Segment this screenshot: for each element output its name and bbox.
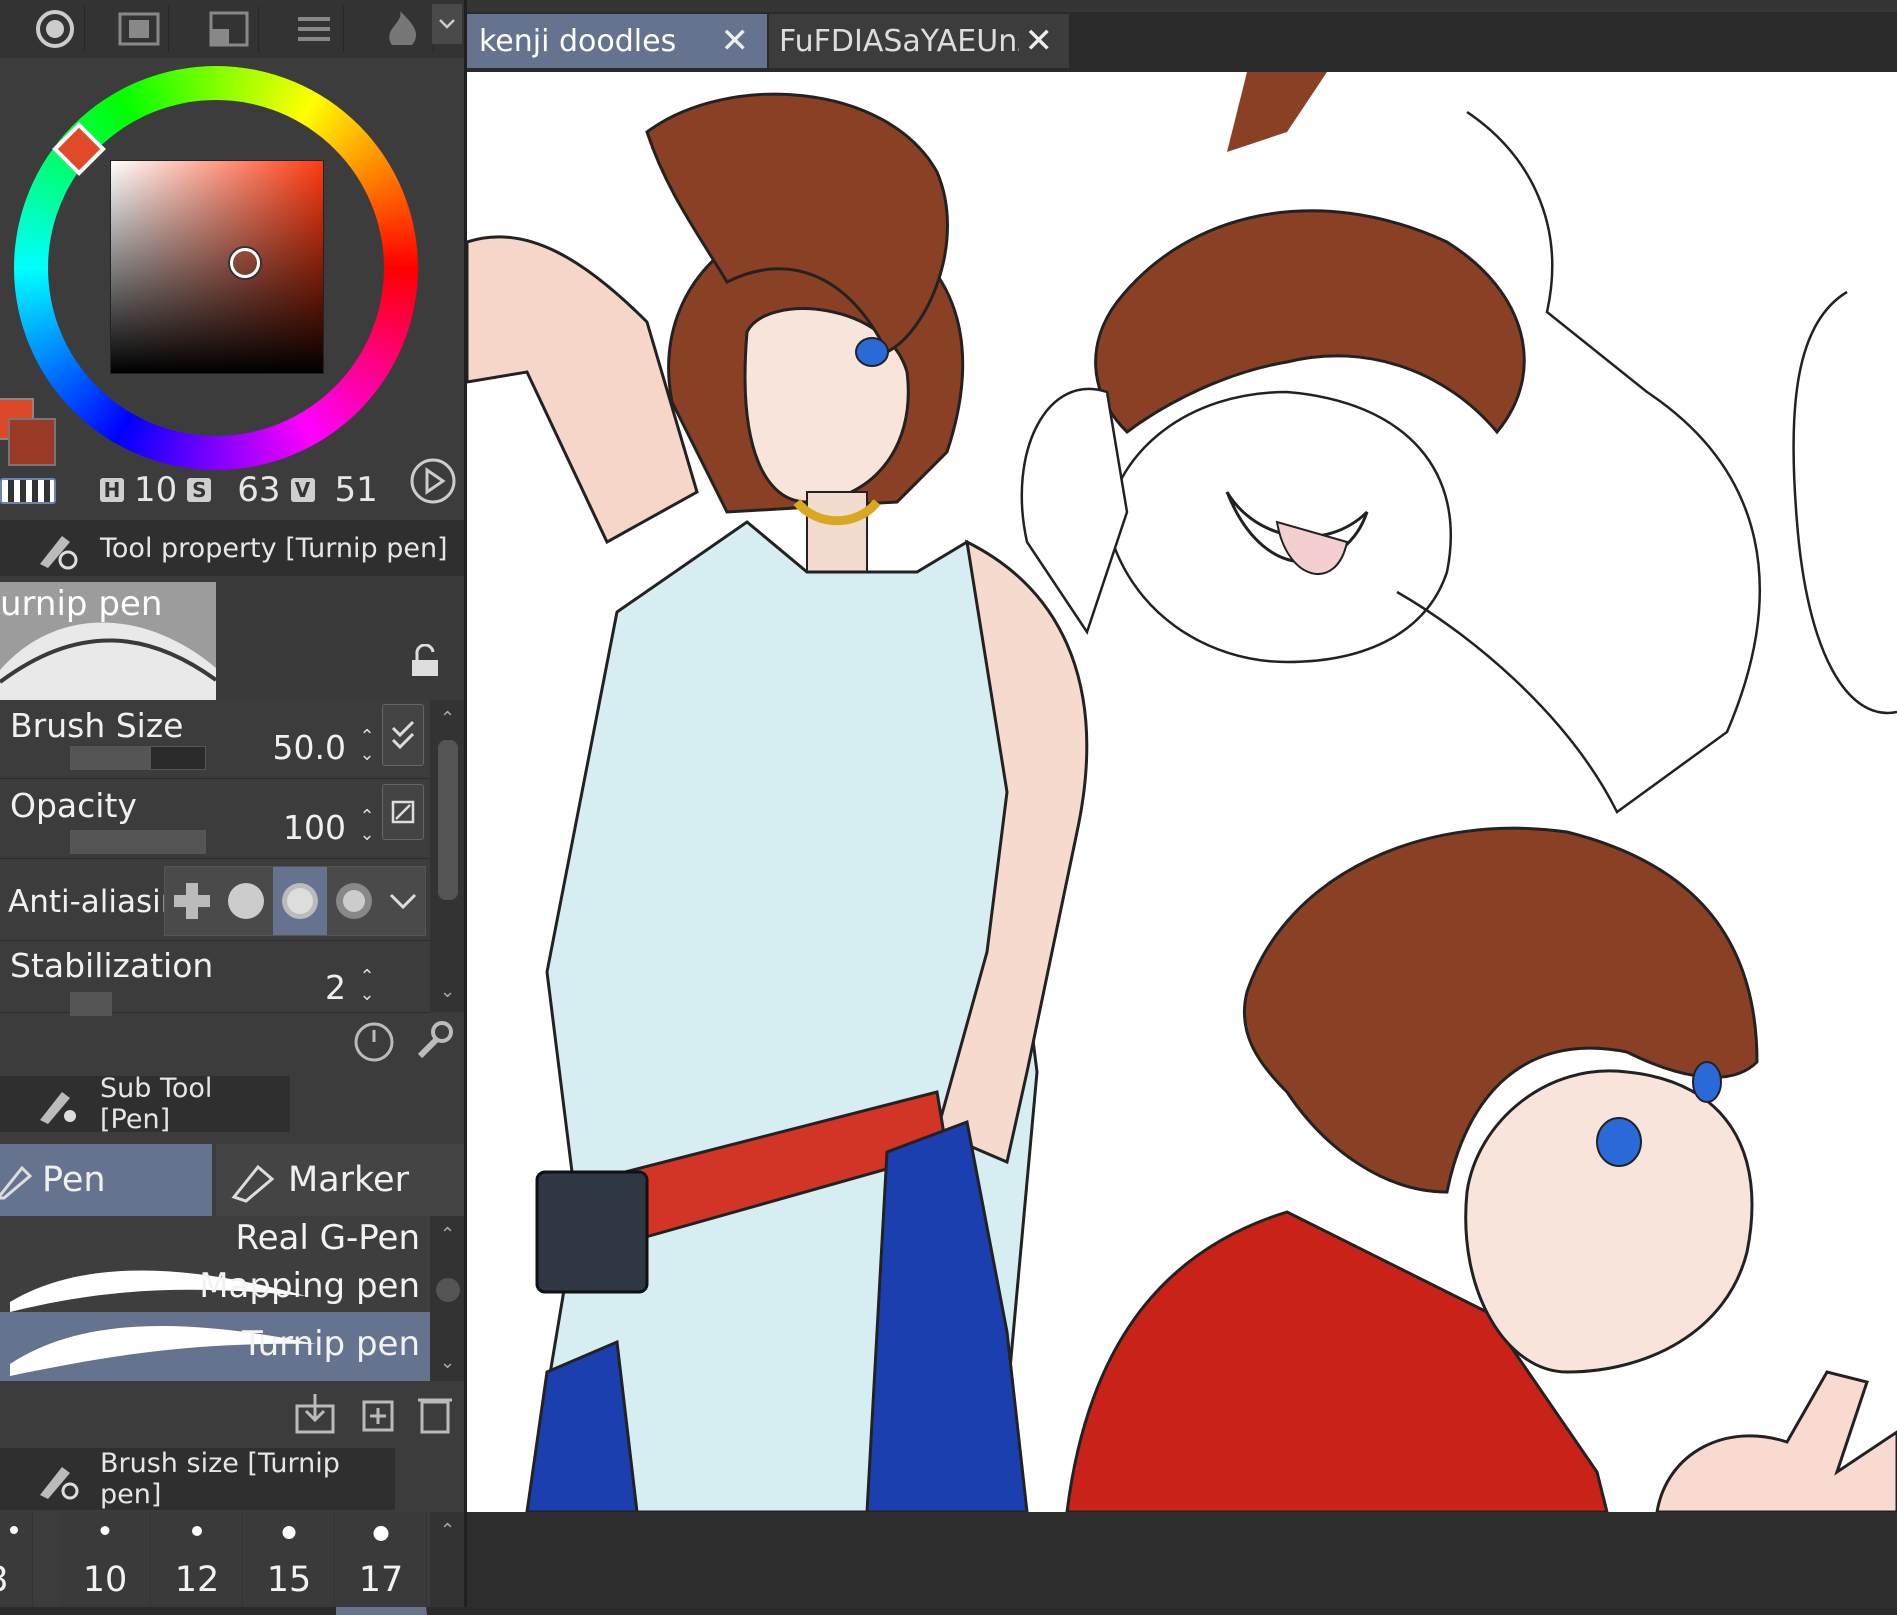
pen-gear-icon — [34, 526, 82, 570]
left-panel: H 10 S 63 V 51 Tool property [Turnip pen… — [0, 0, 467, 1615]
brush-size-value[interactable]: 50.0 — [273, 728, 346, 767]
hsv-readout: H 10 S 63 V 51 — [100, 470, 378, 510]
sub-tool-title: Sub Tool [Pen] — [100, 1073, 213, 1135]
aa-none-option-icon[interactable] — [165, 867, 219, 935]
size-label: 17 — [358, 1560, 404, 1600]
brush-preview-area: urnip pen — [0, 576, 467, 700]
opacity-value[interactable]: 100 — [283, 808, 346, 847]
brush-size-header: Brush size [Turnip pen] — [0, 1448, 395, 1510]
close-icon[interactable]: ✕ — [721, 21, 750, 61]
property-scrollbar[interactable]: ⌃ ⌄ — [430, 700, 466, 1012]
tab-marker[interactable]: Marker — [216, 1144, 466, 1216]
h-tag: H — [100, 478, 124, 502]
brush-size-spinner[interactable]: ⌃ ⌄ — [354, 728, 380, 768]
chevron-down-icon[interactable] — [381, 867, 425, 935]
timer-icon[interactable] — [352, 1018, 396, 1066]
stabilization-slider[interactable] — [70, 992, 112, 1016]
list-item-label: Real G-Pen — [235, 1218, 420, 1258]
aa-strong-option-icon[interactable] — [327, 867, 381, 935]
sub-tool-list: Real G-Pen Mapping pen Turnip pen — [0, 1216, 430, 1381]
chevron-down-icon[interactable] — [432, 4, 462, 44]
marker-icon — [231, 1164, 275, 1203]
size-cell-12[interactable]: 12 — [152, 1512, 243, 1607]
canvas-bottom-area — [467, 1512, 1897, 1607]
unlock-icon[interactable] — [408, 643, 442, 682]
trash-icon[interactable] — [416, 1392, 454, 1438]
tab-label: kenji doodles — [479, 23, 677, 59]
h-value: 10 — [134, 470, 178, 510]
approximate-color-icon[interactable] — [375, 6, 434, 52]
close-icon[interactable]: ✕ — [1025, 21, 1054, 61]
tab-pen-label: Pen — [42, 1160, 106, 1200]
sub-tool-header: Sub Tool [Pen] — [0, 1073, 290, 1135]
tab-pen[interactable]: Pen — [0, 1144, 212, 1216]
opacity-pressure-icon[interactable] — [382, 784, 424, 840]
tab-label: FuFDIASaYAEUnz — [779, 23, 1019, 59]
stabilization-value[interactable]: 2 — [325, 968, 346, 1007]
brush-name: urnip pen — [0, 584, 163, 624]
filmstrip-icon[interactable] — [110, 6, 169, 52]
pen-gear-icon — [34, 1082, 82, 1126]
size-cell-15[interactable]: 15 — [244, 1512, 335, 1607]
size-cell-10[interactable]: 10 — [60, 1512, 151, 1607]
size-label: 12 — [174, 1560, 220, 1600]
size-cell-17[interactable]: 17 — [336, 1512, 427, 1615]
artwork-illustration — [467, 72, 1897, 1512]
palette-toolbar — [0, 0, 467, 58]
stabilization-spinner[interactable]: ⌃ ⌄ — [354, 968, 380, 1008]
tab-fufdiasayaeunz[interactable]: FuFDIASaYAEUnz ✕ — [769, 14, 1069, 68]
brush-size-title: Brush size [Turnip pen] — [100, 1448, 340, 1510]
transparent-color-swatch[interactable] — [0, 478, 56, 504]
color-set-icon[interactable] — [285, 6, 344, 52]
size-cell-8[interactable]: 8 — [0, 1512, 33, 1607]
list-item-real-g-pen[interactable]: Real G-Pen — [0, 1216, 430, 1258]
opacity-row: Opacity 100 ⌃ ⌄ — [0, 780, 430, 859]
sv-picker-cursor[interactable] — [230, 248, 260, 278]
size-label: 8 — [0, 1560, 8, 1600]
duplicate-icon[interactable] — [354, 1392, 396, 1438]
tab-marker-label: Marker — [288, 1160, 409, 1200]
brush-size-label: Brush Size — [10, 706, 184, 745]
tab-kenji-doodles[interactable]: kenji doodles ✕ — [467, 14, 767, 68]
size-label: 10 — [82, 1560, 128, 1600]
v-value: 51 — [334, 470, 378, 510]
tool-property-header: Tool property [Turnip pen] — [0, 520, 467, 576]
s-value: 63 — [237, 470, 281, 510]
document-tabs-bar: kenji doodles ✕ FuFDIASaYAEUnz ✕ — [467, 0, 1897, 72]
list-item-label: Mapping pen — [199, 1266, 420, 1306]
list-item-label: Turnip pen — [242, 1324, 420, 1364]
size-label: 15 — [266, 1560, 312, 1600]
aa-medium-option-icon[interactable] — [273, 867, 327, 935]
brush-size-scrollbar[interactable]: ⌃ — [430, 1512, 466, 1607]
play-circle-icon[interactable] — [408, 456, 458, 510]
anti-aliasing-row: Anti-aliasing — [0, 860, 430, 941]
anti-aliasing-options — [164, 866, 426, 936]
opacity-label: Opacity — [10, 786, 137, 825]
brush-size-row: Brush Size 50.0 ⌃ ⌄ — [0, 700, 430, 779]
aa-weak-option-icon[interactable] — [219, 867, 273, 935]
sub-tool-scrollbar[interactable]: ⌃ ⌄ — [430, 1216, 466, 1381]
opacity-slider[interactable] — [70, 830, 206, 854]
saturation-value-square[interactable] — [110, 160, 324, 374]
stabilization-row: Stabilization 2 ⌃ ⌄ — [0, 940, 430, 1016]
pen-circle-icon — [34, 1457, 82, 1501]
brush-size-slider[interactable] — [70, 746, 206, 770]
drawing-canvas[interactable] — [467, 72, 1897, 1512]
top-strip — [467, 0, 1897, 12]
v-tag: V — [290, 478, 315, 502]
color-circle-tab-icon[interactable] — [26, 6, 85, 52]
sub-color-swatch[interactable] — [8, 418, 56, 466]
intermediate-color-icon[interactable] — [200, 6, 259, 52]
download-icon[interactable] — [294, 1392, 336, 1438]
pressure-checkmark-icon[interactable] — [382, 704, 424, 766]
wrench-icon[interactable] — [412, 1018, 456, 1066]
list-item-turnip-pen[interactable]: Turnip pen — [0, 1312, 430, 1381]
tool-property-title: Tool property [Turnip pen] — [100, 532, 448, 564]
stabilization-label: Stabilization — [10, 946, 214, 985]
opacity-spinner[interactable]: ⌃ ⌄ — [354, 808, 380, 848]
s-tag: S — [187, 478, 212, 502]
pen-icon — [0, 1165, 33, 1200]
